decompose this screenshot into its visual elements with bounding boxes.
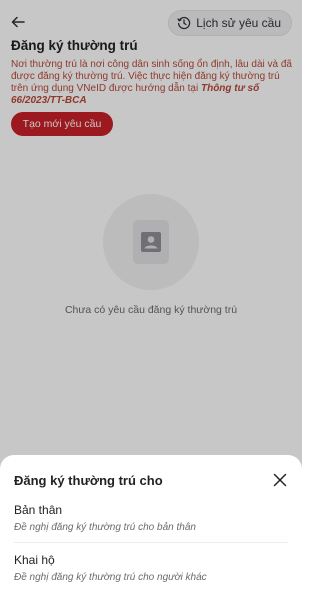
option-title: Khai hộ xyxy=(14,553,55,567)
option-self[interactable]: Bản thân Đề nghị đăng ký thường trú cho … xyxy=(14,503,288,533)
divider xyxy=(14,542,288,543)
option-subtitle: Đề nghị đăng ký thường trú cho bản thân xyxy=(14,522,196,533)
option-on-behalf[interactable]: Khai hộ Đề nghị đăng ký thường trú cho n… xyxy=(14,553,288,583)
bottom-sheet: Đăng ký thường trú cho Bản thân Đề nghị … xyxy=(0,455,302,599)
option-title: Bản thân xyxy=(14,503,63,517)
close-icon xyxy=(273,473,287,487)
close-button[interactable] xyxy=(272,472,288,488)
sheet-title: Đăng ký thường trú cho xyxy=(14,473,163,488)
option-subtitle: Đề nghị đăng ký thường trú cho người khá… xyxy=(14,572,207,583)
